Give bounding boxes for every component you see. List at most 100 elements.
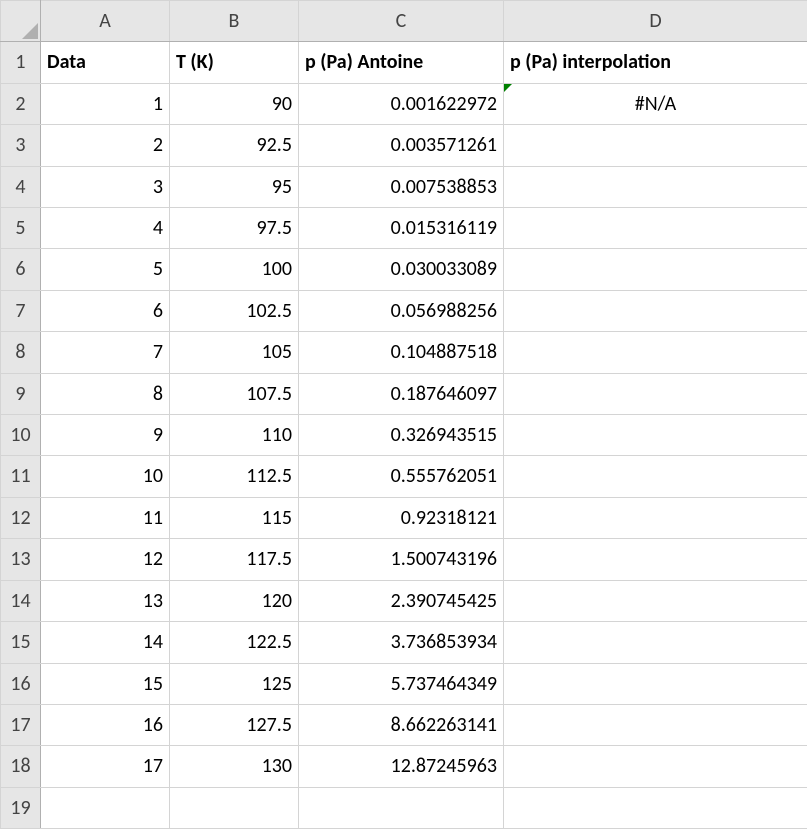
cell-C1[interactable]: p (Pa) Antoine	[299, 42, 504, 83]
cell-C15[interactable]: 3.736853934	[299, 622, 504, 663]
cell-D1[interactable]: p (Pa) interpolation	[504, 42, 807, 83]
cell-C12[interactable]: 0.92318121	[299, 497, 504, 538]
cell-D2[interactable]: #N/A	[504, 83, 807, 124]
cell-A5[interactable]: 4	[41, 208, 170, 249]
cell-C10[interactable]: 0.326943515	[299, 415, 504, 456]
cell-D5[interactable]	[504, 208, 807, 249]
cell-C5[interactable]: 0.015316119	[299, 208, 504, 249]
row-header-14[interactable]: 14	[1, 580, 41, 621]
cell-A3[interactable]: 2	[41, 125, 170, 166]
col-header-B[interactable]: B	[170, 1, 299, 42]
row-header-18[interactable]: 18	[1, 746, 41, 787]
cell-D18[interactable]	[504, 746, 807, 787]
cell-A6[interactable]: 5	[41, 249, 170, 290]
cell-C19[interactable]	[299, 787, 504, 828]
cell-B17[interactable]: 127.5	[170, 704, 299, 745]
select-all-corner[interactable]	[1, 1, 41, 42]
cell-B9[interactable]: 107.5	[170, 373, 299, 414]
row-header-11[interactable]: 11	[1, 456, 41, 497]
cell-D6[interactable]	[504, 249, 807, 290]
cell-B2[interactable]: 90	[170, 83, 299, 124]
cell-A7[interactable]: 6	[41, 290, 170, 331]
cell-C13[interactable]: 1.500743196	[299, 539, 504, 580]
row-header-15[interactable]: 15	[1, 622, 41, 663]
cell-B13[interactable]: 117.5	[170, 539, 299, 580]
cell-D13[interactable]	[504, 539, 807, 580]
row-header-1[interactable]: 1	[1, 42, 41, 83]
cell-A12[interactable]: 11	[41, 497, 170, 538]
col-header-A[interactable]: A	[41, 1, 170, 42]
row-header-9[interactable]: 9	[1, 373, 41, 414]
cell-D12[interactable]	[504, 497, 807, 538]
cell-B16[interactable]: 125	[170, 663, 299, 704]
cell-A10[interactable]: 9	[41, 415, 170, 456]
cell-D14[interactable]	[504, 580, 807, 621]
cell-C6[interactable]: 0.030033089	[299, 249, 504, 290]
row-header-3[interactable]: 3	[1, 125, 41, 166]
cell-B6[interactable]: 100	[170, 249, 299, 290]
cell-D17[interactable]	[504, 704, 807, 745]
row-header-13[interactable]: 13	[1, 539, 41, 580]
cell-D19[interactable]	[504, 787, 807, 828]
row-header-4[interactable]: 4	[1, 166, 41, 207]
cell-C16[interactable]: 5.737464349	[299, 663, 504, 704]
cell-D3[interactable]	[504, 125, 807, 166]
row-header-6[interactable]: 6	[1, 249, 41, 290]
row-header-16[interactable]: 16	[1, 663, 41, 704]
row-header-12[interactable]: 12	[1, 497, 41, 538]
cell-B3[interactable]: 92.5	[170, 125, 299, 166]
cell-A18[interactable]: 17	[41, 746, 170, 787]
cell-A17[interactable]: 16	[41, 704, 170, 745]
cell-A19[interactable]	[41, 787, 170, 828]
cell-B15[interactable]: 122.5	[170, 622, 299, 663]
cell-A2[interactable]: 1	[41, 83, 170, 124]
col-header-C[interactable]: C	[299, 1, 504, 42]
cell-C11[interactable]: 0.555762051	[299, 456, 504, 497]
cell-B19[interactable]	[170, 787, 299, 828]
cell-B1[interactable]: T (K)	[170, 42, 299, 83]
cell-C18[interactable]: 12.87245963	[299, 746, 504, 787]
cell-A8[interactable]: 7	[41, 332, 170, 373]
row-header-10[interactable]: 10	[1, 415, 41, 456]
cell-C14[interactable]: 2.390745425	[299, 580, 504, 621]
row-header-5[interactable]: 5	[1, 208, 41, 249]
cell-B12[interactable]: 115	[170, 497, 299, 538]
cell-C7[interactable]: 0.056988256	[299, 290, 504, 331]
cell-C3[interactable]: 0.003571261	[299, 125, 504, 166]
row-header-17[interactable]: 17	[1, 704, 41, 745]
cell-A1[interactable]: Data	[41, 42, 170, 83]
cell-B7[interactable]: 102.5	[170, 290, 299, 331]
cell-C8[interactable]: 0.104887518	[299, 332, 504, 373]
cell-B14[interactable]: 120	[170, 580, 299, 621]
cell-D16[interactable]	[504, 663, 807, 704]
cell-D7[interactable]	[504, 290, 807, 331]
cell-B8[interactable]: 105	[170, 332, 299, 373]
cell-A15[interactable]: 14	[41, 622, 170, 663]
spreadsheet-grid[interactable]: A B C D 1 Data T (K) p (Pa) Antoine p (P…	[0, 0, 807, 829]
cell-C17[interactable]: 8.662263141	[299, 704, 504, 745]
cell-D9[interactable]	[504, 373, 807, 414]
cell-B4[interactable]: 95	[170, 166, 299, 207]
cell-C2[interactable]: 0.001622972	[299, 83, 504, 124]
cell-A11[interactable]: 10	[41, 456, 170, 497]
cell-A13[interactable]: 12	[41, 539, 170, 580]
row-header-7[interactable]: 7	[1, 290, 41, 331]
cell-D4[interactable]	[504, 166, 807, 207]
cell-B11[interactable]: 112.5	[170, 456, 299, 497]
cell-A14[interactable]: 13	[41, 580, 170, 621]
row-header-19[interactable]: 19	[1, 787, 41, 828]
cell-B5[interactable]: 97.5	[170, 208, 299, 249]
row-header-8[interactable]: 8	[1, 332, 41, 373]
cell-D11[interactable]	[504, 456, 807, 497]
cell-D15[interactable]	[504, 622, 807, 663]
cell-D10[interactable]	[504, 415, 807, 456]
cell-A9[interactable]: 8	[41, 373, 170, 414]
cell-C9[interactable]: 0.187646097	[299, 373, 504, 414]
cell-C4[interactable]: 0.007538853	[299, 166, 504, 207]
cell-A16[interactable]: 15	[41, 663, 170, 704]
cell-A4[interactable]: 3	[41, 166, 170, 207]
cell-B18[interactable]: 130	[170, 746, 299, 787]
col-header-D[interactable]: D	[504, 1, 807, 42]
cell-D8[interactable]	[504, 332, 807, 373]
row-header-2[interactable]: 2	[1, 83, 41, 124]
